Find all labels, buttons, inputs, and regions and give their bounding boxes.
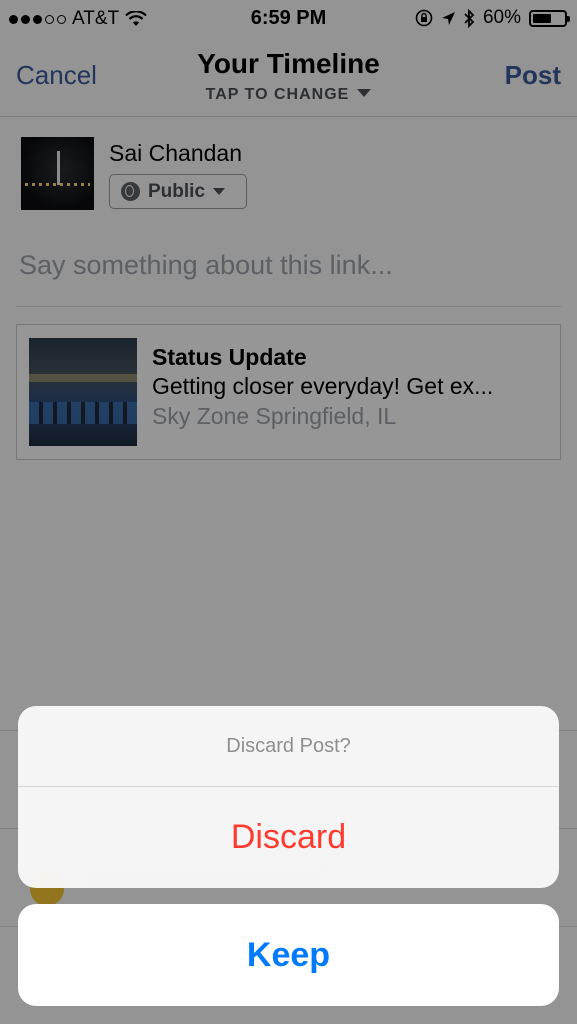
keep-button[interactable]: Keep	[18, 904, 559, 1006]
action-sheet-title: Discard Post?	[18, 706, 559, 787]
screen: AT&T 6:59 PM 60% Cancel Your Timeline TA…	[0, 0, 577, 1024]
action-sheet: Discard Post? Discard	[18, 706, 559, 888]
discard-button[interactable]: Discard	[18, 787, 559, 888]
